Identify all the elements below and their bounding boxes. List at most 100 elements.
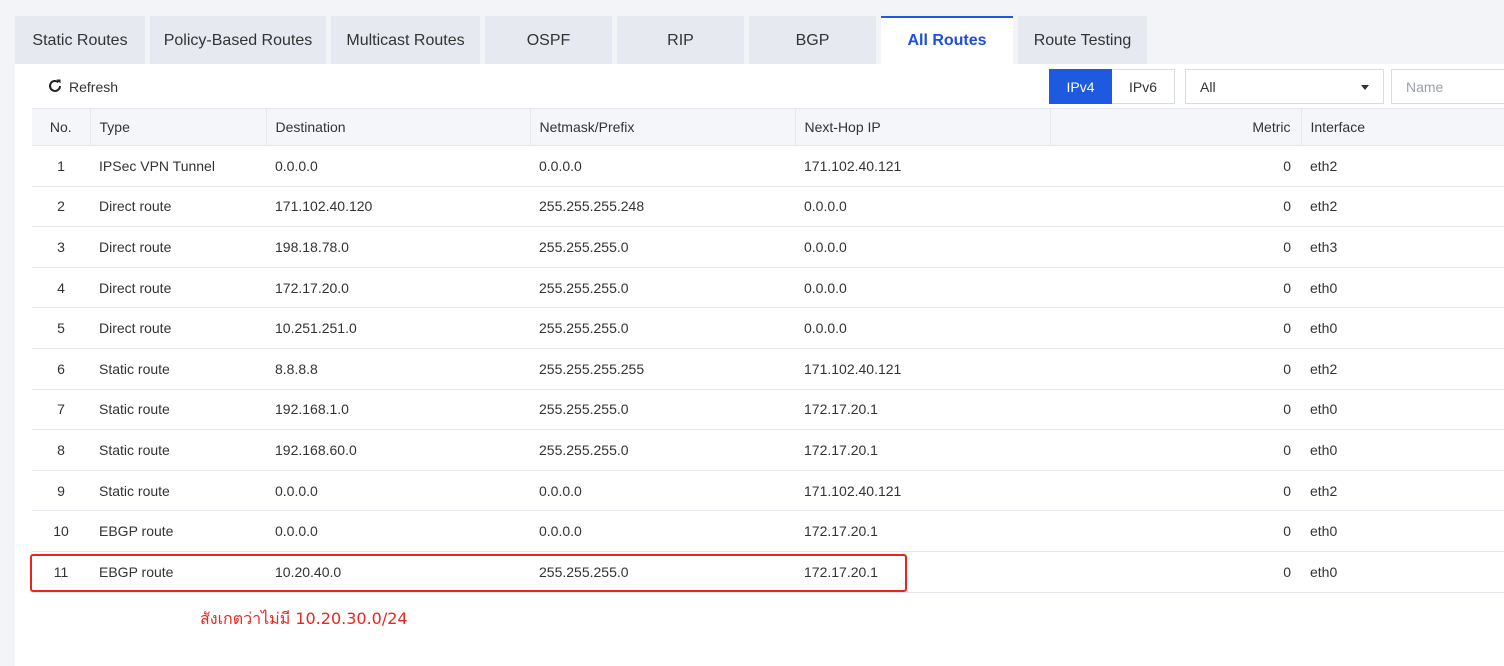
cell-metric: 0 xyxy=(1283,279,1291,296)
cell-next-hop: 0.0.0.0 xyxy=(804,279,847,296)
cell-netmask: 0.0.0.0 xyxy=(539,482,582,499)
cell-interface: eth0 xyxy=(1310,523,1338,540)
table-row[interactable]: 3 Direct route 198.18.78.0 255.255.255.0 0.0… xyxy=(32,227,1504,268)
col-header-next-hop: Next-Hop IP xyxy=(795,108,1051,146)
table-row[interactable]: 5 Direct route 10.251.251.0 255.255.255.0 0.… xyxy=(32,308,1504,349)
table-row[interactable]: 7 Static route 192.168.1.0 255.255.255.0 172… xyxy=(32,389,1504,430)
table-row[interactable]: 11 EBGP route 10.20.40.0 255.255.255.0 172.1… xyxy=(32,551,1504,593)
cell-metric: 0 xyxy=(1283,238,1291,255)
table-row[interactable]: 2 Direct route 171.102.40.120 255.255.255.2… xyxy=(32,186,1504,227)
cell-type: EBGP route xyxy=(99,523,174,540)
cell-interface: eth0 xyxy=(1310,563,1338,580)
tab-ospf[interactable]: OSPF xyxy=(485,16,612,64)
cell-no: 1 xyxy=(57,157,65,174)
cell-destination: 0.0.0.0 xyxy=(275,523,318,540)
cell-destination: 172.17.20.0 xyxy=(275,279,349,296)
name-search-input[interactable] xyxy=(1391,69,1504,104)
cell-metric: 0 xyxy=(1283,320,1291,337)
cell-next-hop: 172.17.20.1 xyxy=(804,563,878,580)
cell-netmask: 255.255.255.0 xyxy=(539,441,629,458)
cell-type: IPSec VPN Tunnel xyxy=(99,157,215,174)
cell-next-hop: 171.102.40.121 xyxy=(804,482,902,499)
cell-interface: eth3 xyxy=(1310,238,1338,255)
table-row[interactable]: 6 Static route 8.8.8.8 255.255.255.255 171.1… xyxy=(32,348,1504,390)
cell-no: 6 xyxy=(57,360,65,377)
cell-destination: 192.168.1.0 xyxy=(275,401,349,418)
tab-static-routes[interactable]: Static Routes xyxy=(15,16,145,64)
cell-interface: eth0 xyxy=(1310,401,1338,418)
cell-no: 2 xyxy=(57,198,65,215)
cell-metric: 0 xyxy=(1283,157,1291,174)
table-row[interactable]: 10 EBGP route 0.0.0.0 0.0.0.0 172.17.20.1 0 et… xyxy=(32,511,1504,552)
col-header-no: No. xyxy=(32,108,91,146)
refresh-label: Refresh xyxy=(69,79,119,95)
cell-next-hop: 172.17.20.1 xyxy=(804,401,878,418)
refresh-icon xyxy=(47,78,63,97)
col-header-netmask: Netmask/Prefix xyxy=(530,108,796,146)
cell-metric: 0 xyxy=(1283,198,1291,215)
route-type-selected-value: All xyxy=(1200,78,1216,95)
cell-destination: 10.251.251.0 xyxy=(275,320,357,337)
cell-no: 8 xyxy=(57,441,65,458)
cell-netmask: 255.255.255.248 xyxy=(539,198,645,215)
routes-table: No. Type Destination Netmask/Prefix Next… xyxy=(32,108,1504,593)
cell-destination: 0.0.0.0 xyxy=(275,482,318,499)
cell-destination: 171.102.40.120 xyxy=(275,198,373,215)
cell-no: 7 xyxy=(57,401,65,418)
cell-metric: 0 xyxy=(1283,563,1291,580)
cell-type: Direct route xyxy=(99,238,172,255)
tab-route-testing[interactable]: Route Testing xyxy=(1018,16,1147,64)
ipv4-button[interactable]: IPv4 xyxy=(1049,69,1112,104)
cell-destination: 198.18.78.0 xyxy=(275,238,349,255)
cell-type: Static route xyxy=(99,441,170,458)
cell-interface: eth0 xyxy=(1310,441,1338,458)
refresh-button[interactable]: Refresh xyxy=(47,76,118,98)
cell-netmask: 255.255.255.0 xyxy=(539,279,629,296)
cell-next-hop: 0.0.0.0 xyxy=(804,320,847,337)
cell-netmask: 255.255.255.0 xyxy=(539,401,629,418)
ip-version-toggle: IPv4 IPv6 xyxy=(1049,69,1175,104)
cell-destination: 0.0.0.0 xyxy=(275,157,318,174)
table-row[interactable]: 9 Static route 0.0.0.0 0.0.0.0 171.102.40.12… xyxy=(32,470,1504,511)
cell-metric: 0 xyxy=(1283,482,1291,499)
cell-next-hop: 172.17.20.1 xyxy=(804,523,878,540)
table-row[interactable]: 4 Direct route 172.17.20.0 255.255.255.0 0.0… xyxy=(32,267,1504,308)
cell-interface: eth2 xyxy=(1310,198,1338,215)
cell-next-hop: 171.102.40.121 xyxy=(804,360,902,377)
tab-bgp[interactable]: BGP xyxy=(749,16,876,64)
cell-no: 10 xyxy=(53,523,69,540)
cell-no: 5 xyxy=(57,320,65,337)
chevron-down-icon xyxy=(1361,85,1369,90)
cell-netmask: 255.255.255.0 xyxy=(539,238,629,255)
cell-metric: 0 xyxy=(1283,523,1291,540)
cell-netmask: 255.255.255.0 xyxy=(539,320,629,337)
cell-netmask: 0.0.0.0 xyxy=(539,523,582,540)
col-header-destination: Destination xyxy=(266,108,531,146)
cell-netmask: 255.255.255.255 xyxy=(539,360,645,377)
tab-multicast-routes[interactable]: Multicast Routes xyxy=(331,16,480,64)
tab-rip[interactable]: RIP xyxy=(617,16,744,64)
cell-destination: 8.8.8.8 xyxy=(275,360,318,377)
cell-type: Static route xyxy=(99,482,170,499)
col-header-type: Type xyxy=(90,108,267,146)
cell-next-hop: 171.102.40.121 xyxy=(804,157,902,174)
annotation-note: สังเกตว่าไม่มี 10.20.30.0/24 xyxy=(200,609,408,628)
cell-interface: eth0 xyxy=(1310,320,1338,337)
cell-no: 9 xyxy=(57,482,65,499)
col-header-interface: Interface xyxy=(1301,108,1504,146)
tab-all-routes[interactable]: All Routes xyxy=(881,16,1013,64)
cell-next-hop: 0.0.0.0 xyxy=(804,238,847,255)
route-type-select[interactable]: All xyxy=(1185,69,1384,104)
cell-interface: eth2 xyxy=(1310,360,1338,377)
cell-type: Static route xyxy=(99,360,170,377)
table-row[interactable]: 8 Static route 192.168.60.0 255.255.255.0 17… xyxy=(32,430,1504,471)
table-header-row: No. Type Destination Netmask/Prefix Next… xyxy=(32,108,1504,146)
cell-type: Static route xyxy=(99,401,170,418)
cell-next-hop: 0.0.0.0 xyxy=(804,198,847,215)
cell-interface: eth0 xyxy=(1310,279,1338,296)
table-row[interactable]: 1 IPSec VPN Tunnel 0.0.0.0 0.0.0.0 171.102.4… xyxy=(32,146,1504,187)
ipv6-button[interactable]: IPv6 xyxy=(1112,69,1175,104)
tab-policy-based-routes[interactable]: Policy-Based Routes xyxy=(150,16,326,64)
cell-type: Direct route xyxy=(99,198,172,215)
cell-netmask: 0.0.0.0 xyxy=(539,157,582,174)
